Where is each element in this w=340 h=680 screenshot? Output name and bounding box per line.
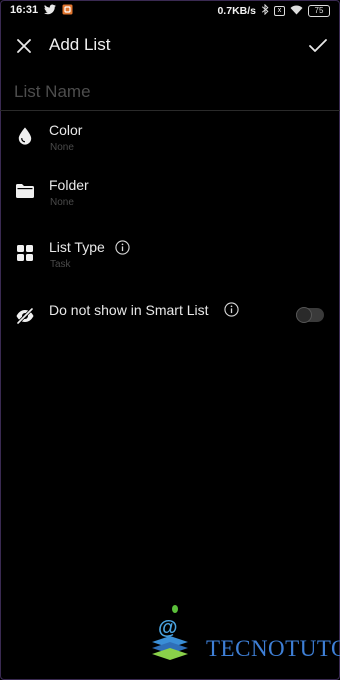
grid-icon (14, 242, 36, 264)
hidden-eye-icon (14, 305, 36, 327)
bluetooth-icon (261, 3, 269, 18)
wifi-icon (290, 5, 303, 18)
page-title: Add List (49, 35, 111, 54)
close-button[interactable] (12, 34, 36, 58)
folder-label: Folder (49, 177, 89, 193)
color-drop-icon (14, 125, 36, 147)
network-speed: 0.7KB/s (217, 5, 256, 17)
status-bar: 16:31 0.7KB/s x 75 (0, 0, 340, 22)
toggle-knob (296, 307, 312, 323)
folder-icon (14, 180, 36, 202)
check-icon (309, 39, 327, 52)
close-icon (17, 39, 31, 53)
folder-option[interactable]: Folder None (0, 167, 340, 217)
status-right: 0.7KB/s x 75 (217, 3, 330, 18)
folder-value: None (50, 197, 74, 208)
sim-icon: x (274, 6, 285, 16)
input-divider (0, 110, 340, 111)
watermark-text: TECNOTUTO (206, 636, 340, 661)
smart-list-toggle[interactable] (296, 307, 324, 323)
svg-text:@: @ (158, 617, 178, 639)
app-bar: Add List (0, 22, 340, 70)
confirm-button[interactable] (306, 34, 330, 58)
smart-list-info-icon[interactable] (223, 301, 239, 317)
twitter-icon (44, 4, 56, 18)
list-name-input[interactable] (14, 78, 324, 106)
list-type-option[interactable]: List Type Task (0, 229, 340, 279)
smart-list-label: Do not show in Smart List (49, 302, 209, 318)
battery-icon: 75 (308, 5, 330, 17)
notification-icons (44, 4, 73, 18)
list-type-label: List Type (49, 239, 105, 255)
color-label: Color (49, 122, 83, 138)
color-option[interactable]: Color None (0, 112, 340, 162)
status-time: 16:31 (10, 4, 39, 16)
app-notification-icon (62, 4, 73, 18)
watermark: @ TECNOTUTO (148, 604, 340, 668)
list-type-info-icon[interactable] (114, 239, 130, 255)
list-type-value: Task (50, 259, 71, 270)
smart-list-option[interactable]: Do not show in Smart List (0, 292, 340, 342)
color-value: None (50, 142, 74, 153)
tecnotuto-logo-icon: @ (152, 605, 188, 660)
